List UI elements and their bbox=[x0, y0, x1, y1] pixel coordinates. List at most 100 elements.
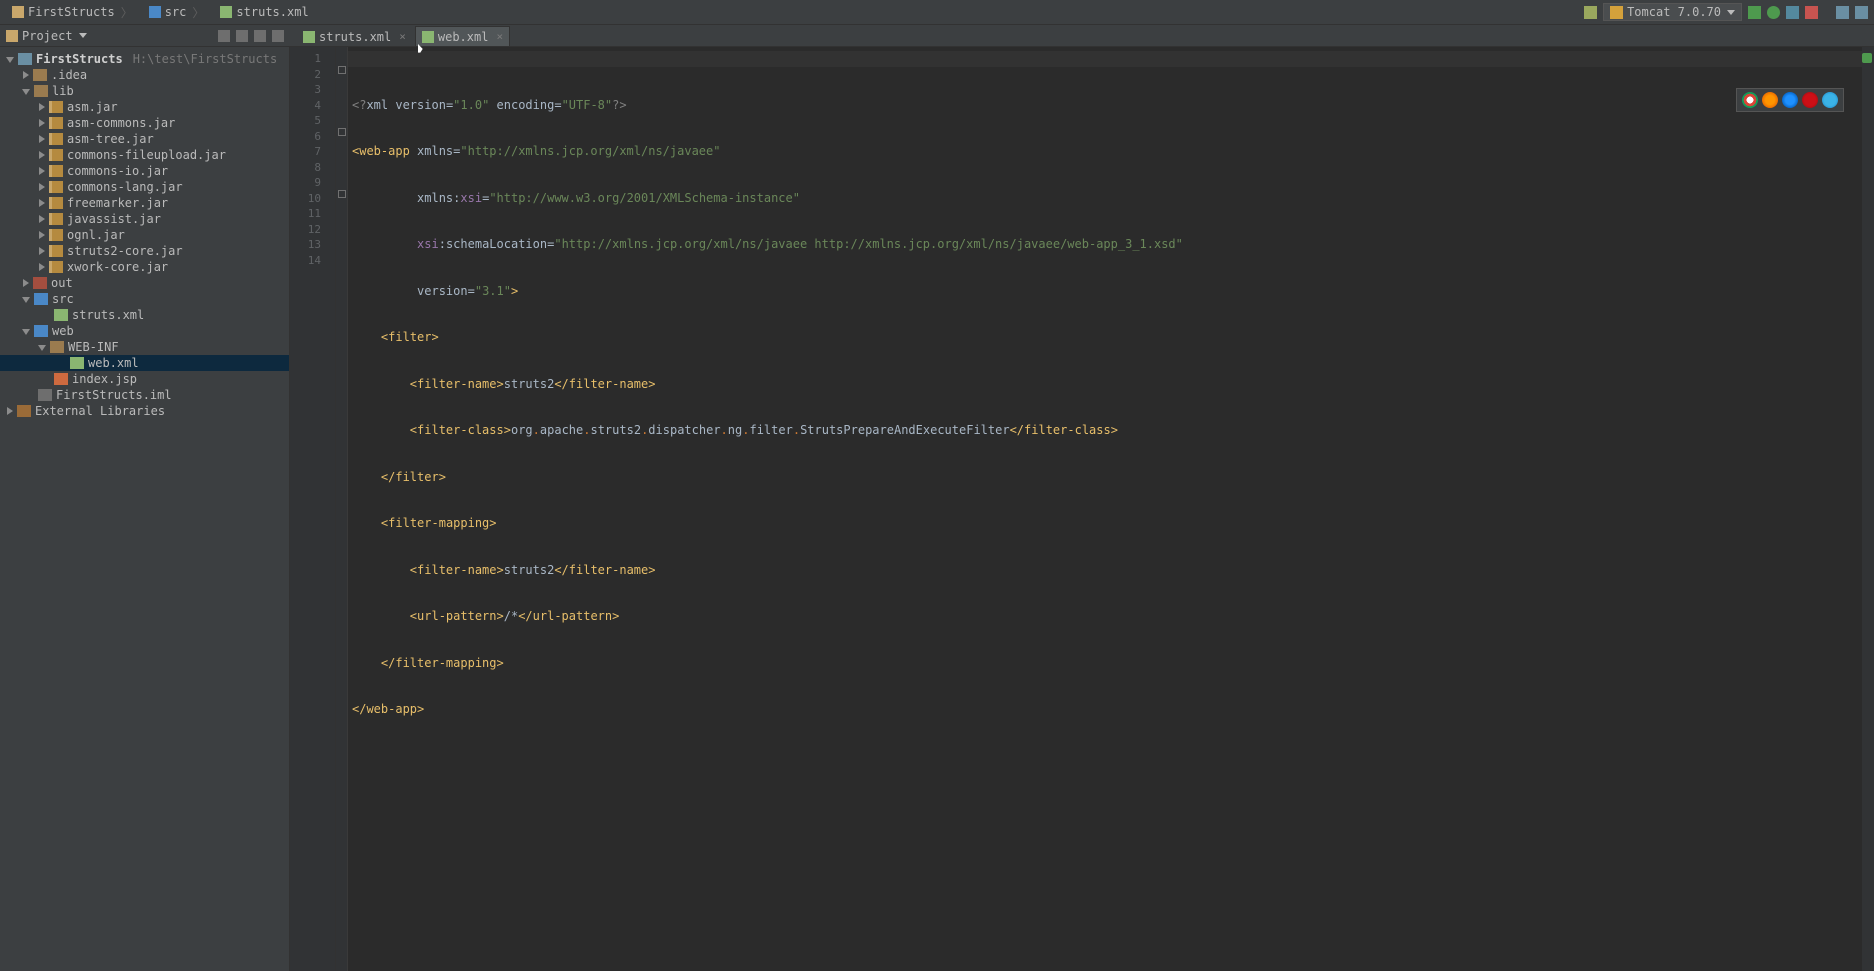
project-icon bbox=[6, 30, 18, 42]
tree-item-jar[interactable]: asm-tree.jar bbox=[0, 131, 289, 147]
jar-icon bbox=[49, 197, 63, 209]
expand-toggle-icon[interactable] bbox=[39, 183, 45, 191]
opera-icon[interactable] bbox=[1802, 92, 1818, 108]
tree-item-jar[interactable]: commons-fileupload.jar bbox=[0, 147, 289, 163]
tree-label: WEB-INF bbox=[68, 339, 119, 355]
editor-error-stripe[interactable] bbox=[1862, 47, 1874, 971]
expand-toggle-icon[interactable] bbox=[22, 297, 30, 303]
line-number: 13 bbox=[290, 237, 321, 253]
code-editor[interactable]: 1234567891011121314 <?xml version="1.0" … bbox=[290, 47, 1874, 971]
tree-label: lib bbox=[52, 83, 74, 99]
folder-icon bbox=[34, 85, 48, 97]
project-panel-title[interactable]: Project bbox=[22, 29, 73, 43]
breadcrumb-folder[interactable]: src 〉 bbox=[143, 2, 211, 23]
expand-toggle-icon[interactable] bbox=[39, 135, 45, 143]
tree-item-external-libraries[interactable]: External Libraries bbox=[0, 403, 289, 419]
tree-project-root[interactable]: FirstStructs H:\test\FirstStructs bbox=[0, 51, 289, 67]
tree-item-idea[interactable]: .idea bbox=[0, 67, 289, 83]
line-number: 12 bbox=[290, 222, 321, 238]
tree-item-jar[interactable]: commons-lang.jar bbox=[0, 179, 289, 195]
debug-icon[interactable] bbox=[1767, 6, 1780, 19]
update-app-icon[interactable] bbox=[1786, 6, 1799, 19]
jar-icon bbox=[49, 261, 63, 273]
tree-label: .idea bbox=[51, 67, 87, 83]
line-number: 10 bbox=[290, 191, 321, 207]
expand-toggle-icon[interactable] bbox=[39, 247, 45, 255]
fold-toggle-icon[interactable] bbox=[338, 128, 346, 136]
tree-label: commons-lang.jar bbox=[67, 179, 183, 195]
expand-toggle-icon[interactable] bbox=[7, 407, 13, 415]
breadcrumb-file[interactable]: struts.xml bbox=[214, 3, 314, 21]
collapse-all-icon[interactable] bbox=[218, 30, 230, 42]
fold-gutter[interactable] bbox=[336, 47, 348, 971]
expand-toggle-icon[interactable] bbox=[22, 89, 30, 95]
toolbar-run-area: Tomcat 7.0.70 bbox=[1584, 3, 1868, 21]
tree-item-jar[interactable]: xwork-core.jar bbox=[0, 259, 289, 275]
xml-file-icon bbox=[54, 309, 68, 321]
hide-icon[interactable] bbox=[272, 30, 284, 42]
expand-toggle-icon[interactable] bbox=[6, 57, 14, 63]
safari-icon[interactable] bbox=[1782, 92, 1798, 108]
project-structure-icon[interactable] bbox=[1855, 6, 1868, 19]
chevron-down-icon[interactable] bbox=[79, 33, 87, 38]
stop-icon[interactable] bbox=[1805, 6, 1818, 19]
close-icon[interactable]: × bbox=[496, 30, 503, 43]
tree-item-lib[interactable]: lib bbox=[0, 83, 289, 99]
editor-tab-struts-xml[interactable]: struts.xml × bbox=[296, 26, 413, 46]
tree-item-web-xml[interactable]: web.xml bbox=[0, 355, 289, 371]
settings-gear-icon[interactable] bbox=[254, 30, 266, 42]
expand-toggle-icon[interactable] bbox=[23, 71, 29, 79]
tree-item-jar[interactable]: javassist.jar bbox=[0, 211, 289, 227]
expand-toggle-icon[interactable] bbox=[39, 263, 45, 271]
tree-item-out[interactable]: out bbox=[0, 275, 289, 291]
tree-item-iml[interactable]: FirstStructs.iml bbox=[0, 387, 289, 403]
jar-icon bbox=[49, 229, 63, 241]
expand-toggle-icon[interactable] bbox=[39, 215, 45, 223]
tree-item-index-jsp[interactable]: index.jsp bbox=[0, 371, 289, 387]
scroll-from-source-icon[interactable] bbox=[236, 30, 248, 42]
excluded-folder-icon bbox=[33, 277, 47, 289]
tree-item-src[interactable]: src bbox=[0, 291, 289, 307]
tree-item-jar[interactable]: ognl.jar bbox=[0, 227, 289, 243]
tree-item-struts-xml[interactable]: struts.xml bbox=[0, 307, 289, 323]
code-area[interactable]: <?xml version="1.0" encoding="UTF-8"?> <… bbox=[348, 47, 1874, 971]
line-number: 7 bbox=[290, 144, 321, 160]
tree-item-jar[interactable]: commons-io.jar bbox=[0, 163, 289, 179]
run-icon[interactable] bbox=[1748, 6, 1761, 19]
tree-root-name: FirstStructs bbox=[36, 51, 123, 67]
expand-toggle-icon[interactable] bbox=[39, 231, 45, 239]
expand-toggle-icon[interactable] bbox=[39, 151, 45, 159]
chrome-icon[interactable] bbox=[1742, 92, 1758, 108]
expand-toggle-icon[interactable] bbox=[22, 329, 30, 335]
tree-item-jar[interactable]: asm-commons.jar bbox=[0, 115, 289, 131]
breadcrumb-project[interactable]: FirstStructs 〉 bbox=[6, 2, 139, 23]
expand-toggle-icon[interactable] bbox=[23, 279, 29, 287]
editor-tab-web-xml[interactable]: web.xml × bbox=[415, 26, 510, 46]
run-configuration-selector[interactable]: Tomcat 7.0.70 bbox=[1603, 3, 1742, 21]
expand-toggle-icon[interactable] bbox=[39, 199, 45, 207]
expand-toggle-icon[interactable] bbox=[39, 103, 45, 111]
jsp-file-icon bbox=[54, 373, 68, 385]
breadcrumb: FirstStructs 〉 src 〉 struts.xml bbox=[6, 2, 315, 23]
tree-item-web[interactable]: web bbox=[0, 323, 289, 339]
expand-toggle-icon[interactable] bbox=[38, 345, 46, 351]
expand-toggle-icon[interactable] bbox=[39, 119, 45, 127]
fold-toggle-icon[interactable] bbox=[338, 190, 346, 198]
firefox-icon[interactable] bbox=[1762, 92, 1778, 108]
jar-icon bbox=[49, 213, 63, 225]
make-project-icon[interactable] bbox=[1584, 6, 1597, 19]
line-number: 8 bbox=[290, 160, 321, 176]
expand-toggle-icon[interactable] bbox=[39, 167, 45, 175]
project-tree[interactable]: FirstStructs H:\test\FirstStructs .idea … bbox=[0, 47, 290, 971]
tree-item-jar[interactable]: asm.jar bbox=[0, 99, 289, 115]
ie-icon[interactable] bbox=[1822, 92, 1838, 108]
src-folder-icon bbox=[149, 6, 161, 18]
close-icon[interactable]: × bbox=[399, 30, 406, 43]
tree-root-path: H:\test\FirstStructs bbox=[133, 51, 278, 67]
search-icon[interactable] bbox=[1836, 6, 1849, 19]
fold-toggle-icon[interactable] bbox=[338, 66, 346, 74]
tree-item-webinf[interactable]: WEB-INF bbox=[0, 339, 289, 355]
tree-item-jar[interactable]: freemarker.jar bbox=[0, 195, 289, 211]
jar-icon bbox=[49, 117, 63, 129]
tree-item-jar[interactable]: struts2-core.jar bbox=[0, 243, 289, 259]
